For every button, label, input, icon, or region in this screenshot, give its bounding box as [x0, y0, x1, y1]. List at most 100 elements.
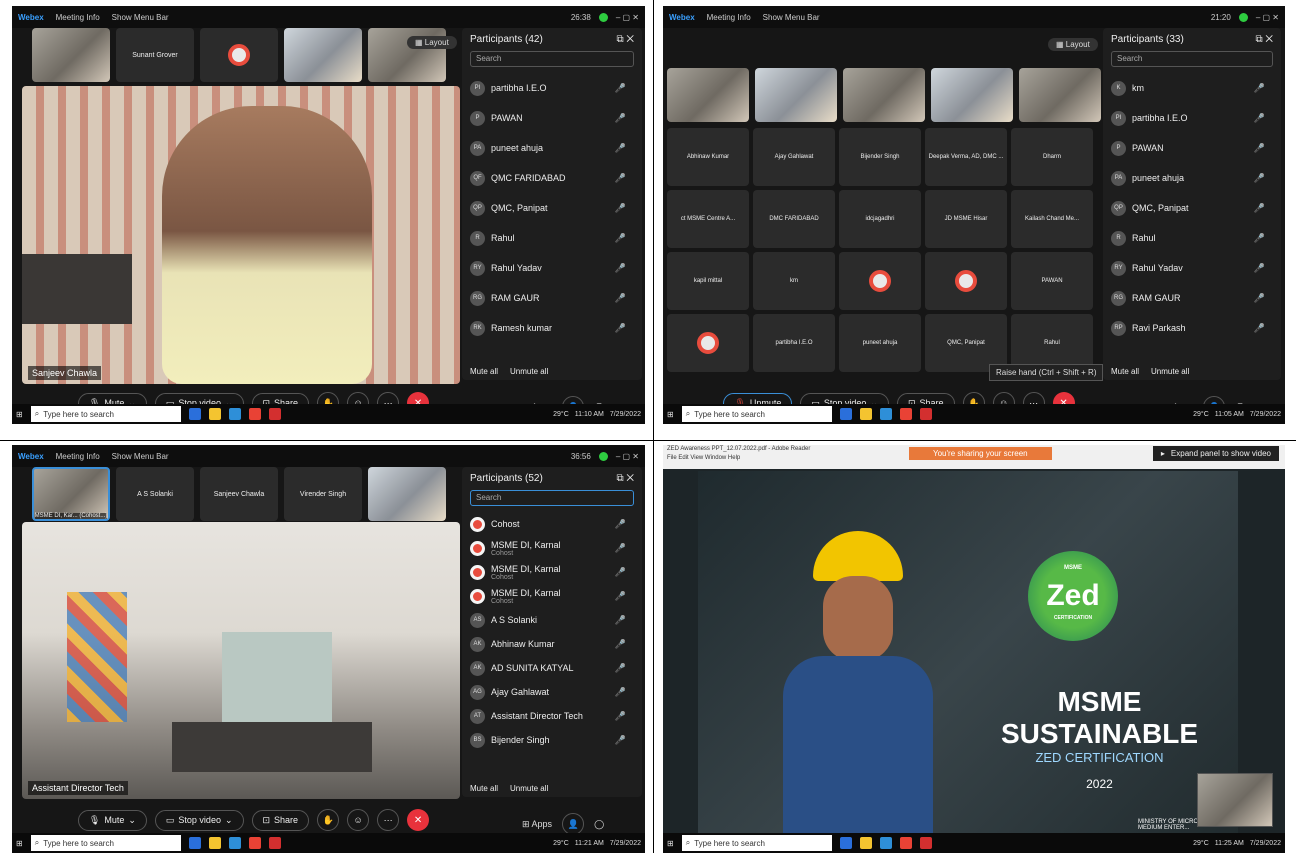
windows-start-icon[interactable]: ⊞	[16, 410, 23, 419]
participant-row[interactable]: AG Ajay Gahlawat 🎤	[470, 680, 634, 704]
grid-participant-tile[interactable]: Abhinaw Kumar	[667, 128, 749, 186]
grid-participant-tile[interactable]: PAWAN	[1011, 252, 1093, 310]
expand-panel-button[interactable]: ▸ Expand panel to show video	[1152, 446, 1279, 461]
grid-participant-tile[interactable]: Kailash Chand Me...	[1011, 190, 1093, 248]
participant-row[interactable]: AT Assistant Director Tech 🎤	[470, 704, 634, 728]
unmute-all-button[interactable]: Unmute all	[510, 784, 548, 793]
raise-hand-icon[interactable]: ✋	[317, 809, 340, 831]
layout-button[interactable]: ▦ Layout	[1048, 38, 1098, 51]
share-button[interactable]: ⊡ Share	[251, 809, 310, 831]
apps-button[interactable]: ⊞ Apps	[522, 819, 552, 830]
participant-row[interactable]: RY Rahul Yadav 🎤	[1111, 253, 1273, 283]
grid-participant-tile[interactable]: Bijender Singh	[839, 128, 921, 186]
participant-row[interactable]: QP QMC, Panipat 🎤	[1111, 193, 1273, 223]
chrome-icon[interactable]	[248, 837, 261, 849]
webex-logo[interactable]: Webex	[18, 13, 44, 22]
participant-row[interactable]: P PAWAN 🎤	[470, 103, 634, 133]
muted-mic-icon[interactable]: 🎤	[1254, 83, 1265, 94]
muted-mic-icon[interactable]: 🎤	[615, 83, 626, 94]
webex-app-icon[interactable]	[879, 837, 892, 849]
show-menu-bar-button[interactable]: Show Menu Bar	[763, 13, 820, 22]
grid-participant-tile[interactable]: kapil mittal	[667, 252, 749, 310]
webex-app-icon[interactable]	[228, 837, 241, 849]
participant-row[interactable]: AK AD SUNITA KATYAL 🎤	[470, 656, 634, 680]
explorer-icon[interactable]	[208, 837, 221, 849]
popout-close-icons[interactable]: ⧉ ✕	[616, 34, 634, 45]
acrobat-icon[interactable]	[268, 837, 281, 849]
muted-mic-icon[interactable]: 🎤	[615, 663, 626, 674]
participant-row[interactable]: AK Abhinaw Kumar 🎤	[470, 632, 634, 656]
grid-participant-tile[interactable]: JD MSME Hisar	[925, 190, 1007, 248]
meeting-info-link[interactable]: Meeting Info	[56, 452, 100, 461]
taskbar-search[interactable]: ⌕ Type here to search	[681, 835, 832, 851]
webex-logo[interactable]: Webex	[18, 452, 44, 461]
grid-participant-tile[interactable]: km	[753, 252, 835, 310]
acrobat-icon[interactable]	[919, 837, 932, 849]
muted-mic-icon[interactable]: 🎤	[615, 615, 626, 626]
meeting-info-link[interactable]: Meeting Info	[707, 13, 751, 22]
taskbar-search[interactable]: ⌕ Type here to search	[30, 835, 181, 851]
participant-thumbnail[interactable]	[843, 68, 925, 122]
participant-row[interactable]: RY Rahul Yadav 🎤	[470, 253, 634, 283]
muted-mic-icon[interactable]: 🎤	[615, 711, 626, 722]
edge-icon[interactable]	[188, 837, 201, 849]
webex-app-icon[interactable]	[879, 408, 892, 420]
muted-mic-icon[interactable]: 🎤	[615, 735, 626, 746]
participant-row[interactable]: AS A S Solanki 🎤	[470, 608, 634, 632]
participant-row[interactable]: Cohost 🎤	[470, 512, 634, 536]
chrome-icon[interactable]	[248, 408, 261, 420]
muted-mic-icon[interactable]: 🎤	[615, 173, 626, 184]
muted-mic-icon[interactable]: 🎤	[615, 591, 626, 602]
participant-row[interactable]: R Rahul 🎤	[1111, 223, 1273, 253]
popout-close-icons[interactable]: ⧉ ✕	[1255, 34, 1273, 45]
grid-participant-tile[interactable]: Dharm	[1011, 128, 1093, 186]
participant-row[interactable]: R Rahul 🎤	[470, 223, 634, 253]
muted-mic-icon[interactable]: 🎤	[1254, 323, 1265, 334]
participant-thumbnail[interactable]: Sanjeev Chawla	[200, 467, 278, 521]
end-call-icon[interactable]: ✕	[407, 809, 430, 831]
grid-participant-tile[interactable]: partibha I.E.O	[753, 314, 835, 372]
window-controls[interactable]: – ▢ ✕	[1256, 13, 1279, 22]
reactions-icon[interactable]: ☺	[347, 809, 370, 831]
edge-icon[interactable]	[188, 408, 201, 420]
participant-row[interactable]: MSME DI, Karnal Cohost 🎤	[470, 536, 634, 560]
muted-mic-icon[interactable]: 🎤	[615, 233, 626, 244]
participant-row[interactable]: RK Ramesh kumar 🎤	[470, 313, 634, 343]
mute-button[interactable]: 🎙 Mute ⌄	[77, 809, 147, 831]
participant-thumbnail[interactable]	[667, 68, 749, 122]
meeting-info-link[interactable]: Meeting Info	[56, 13, 100, 22]
participant-thumbnail[interactable]	[200, 28, 278, 82]
participant-thumbnail[interactable]: A S Solanki	[116, 467, 194, 521]
participant-row[interactable]: PI partibha I.E.O 🎤	[470, 73, 634, 103]
muted-mic-icon[interactable]: 🎤	[615, 519, 626, 530]
participant-search-input[interactable]: Search	[470, 490, 634, 506]
muted-mic-icon[interactable]: 🎤	[1254, 293, 1265, 304]
muted-mic-icon[interactable]: 🎤	[615, 639, 626, 650]
acrobat-icon[interactable]	[919, 408, 932, 420]
muted-mic-icon[interactable]: 🎤	[1254, 263, 1265, 274]
participant-row[interactable]: Kkm 🎤	[1111, 73, 1273, 103]
participant-row[interactable]: MSME DI, Karnal Cohost 🎤	[470, 584, 634, 608]
muted-mic-icon[interactable]: 🎤	[615, 263, 626, 274]
grid-participant-tile[interactable]: ct MSME Centre A...	[667, 190, 749, 248]
webex-logo[interactable]: Webex	[669, 13, 695, 22]
explorer-icon[interactable]	[208, 408, 221, 420]
unmute-all-button[interactable]: Unmute all	[1151, 367, 1189, 376]
edge-icon[interactable]	[839, 837, 852, 849]
muted-mic-icon[interactable]: 🎤	[615, 293, 626, 304]
grid-participant-tile[interactable]: Deepak Verma, AD, DMC ...	[925, 128, 1007, 186]
muted-mic-icon[interactable]: 🎤	[615, 687, 626, 698]
participant-thumbnail[interactable]	[368, 467, 446, 521]
participant-row[interactable]: PI partibha I.E.O 🎤	[1111, 103, 1273, 133]
grid-participant-tile[interactable]: Ajay Gahlawat	[753, 128, 835, 186]
chrome-icon[interactable]	[899, 837, 912, 849]
grid-participant-tile[interactable]: puneet ahuja	[839, 314, 921, 372]
edge-icon[interactable]	[839, 408, 852, 420]
show-menu-bar-button[interactable]: Show Menu Bar	[112, 13, 169, 22]
show-menu-bar-button[interactable]: Show Menu Bar	[112, 452, 169, 461]
participant-row[interactable]: P PAWAN 🎤	[1111, 133, 1273, 163]
webex-app-icon[interactable]	[228, 408, 241, 420]
muted-mic-icon[interactable]: 🎤	[615, 543, 626, 554]
participant-thumbnail[interactable]	[931, 68, 1013, 122]
muted-mic-icon[interactable]: 🎤	[1254, 203, 1265, 214]
